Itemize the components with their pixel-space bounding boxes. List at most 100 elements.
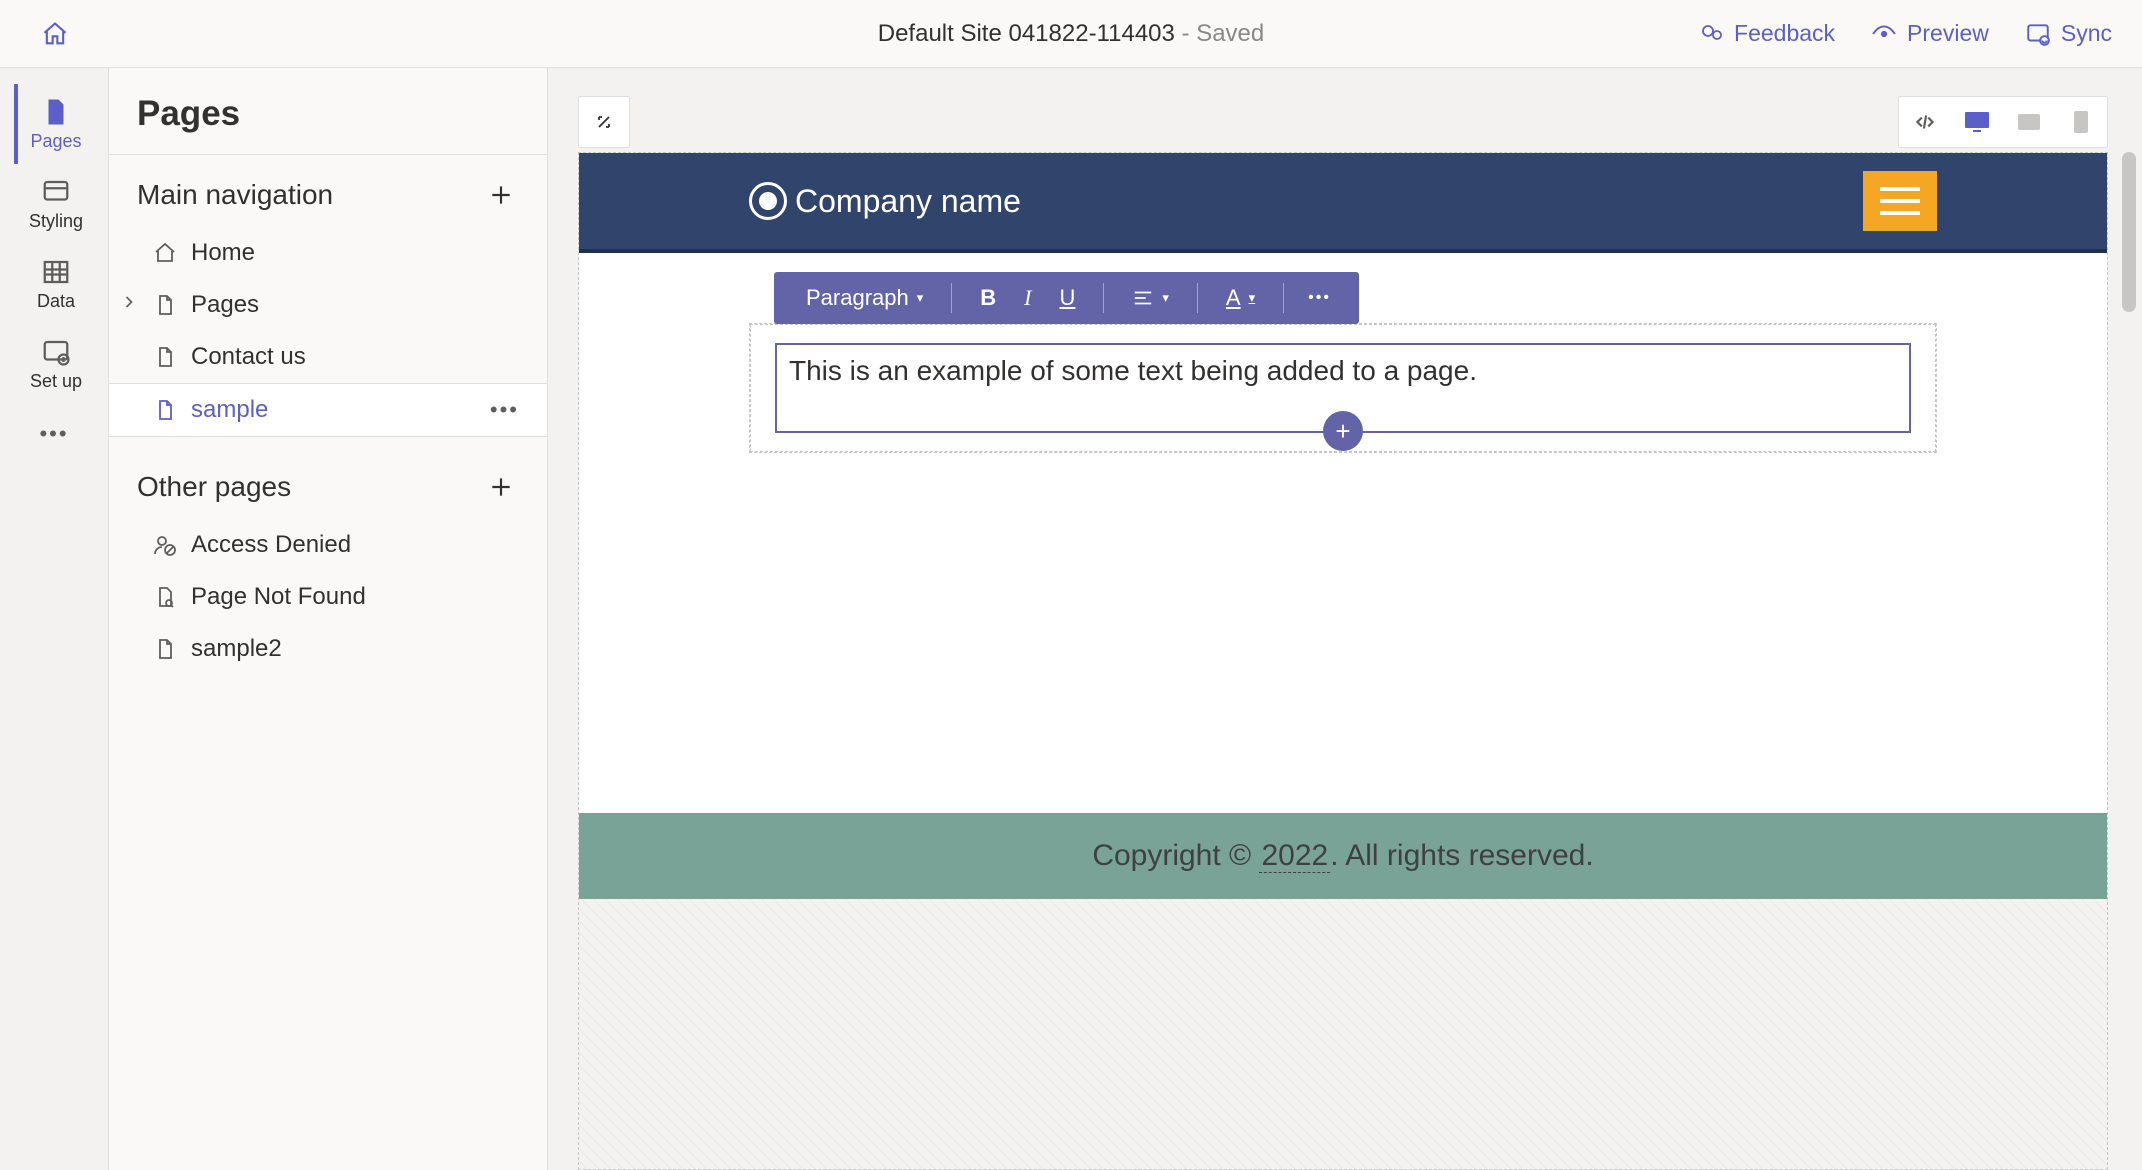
site-footer: Copyright © 2022. All rights reserved. (579, 813, 2107, 899)
sync-button[interactable]: Sync (2025, 20, 2112, 47)
preview-label: Preview (1907, 20, 1989, 47)
code-icon (1912, 109, 1938, 135)
mobile-icon (2073, 110, 2089, 134)
tablet-view-button[interactable] (2003, 97, 2055, 147)
topbar: Default Site 041822-114403 - Saved Feedb… (0, 0, 2142, 68)
site-body: Paragraph ▾ B I U ▾ (579, 253, 2107, 813)
page-icon (153, 637, 177, 661)
nav-item-contact[interactable]: Contact us (109, 331, 547, 383)
site-title: Default Site 041822-114403 - Saved (878, 20, 1265, 48)
separator (951, 283, 952, 313)
bold-button[interactable]: B (966, 272, 1010, 324)
rail-styling[interactable]: Styling (14, 164, 94, 244)
site-title-text: Default Site 041822-114403 (878, 20, 1175, 47)
page-icon (41, 97, 71, 127)
site-header: Company name (579, 153, 2107, 253)
feedback-button[interactable]: Feedback (1700, 20, 1835, 47)
editor-block[interactable]: Paragraph ▾ B I U ▾ (749, 323, 1937, 453)
rail-pages-label: Pages (30, 131, 81, 152)
nav-item-pages[interactable]: Pages (109, 279, 547, 331)
rail-setup-label: Set up (30, 371, 82, 392)
chevron-right-icon[interactable] (119, 291, 139, 319)
rail-styling-label: Styling (29, 211, 83, 232)
saved-status: - Saved (1175, 20, 1264, 47)
plus-icon (488, 474, 514, 500)
logo-icon (749, 182, 787, 220)
tablet-icon (2017, 113, 2041, 131)
editor-text: This is an example of some text being ad… (789, 355, 1477, 386)
footer-year[interactable]: 2022 (1259, 839, 1330, 873)
add-main-nav-button[interactable] (483, 177, 519, 213)
rich-text-editor[interactable]: This is an example of some text being ad… (775, 343, 1911, 433)
mobile-view-button[interactable] (2055, 97, 2107, 147)
italic-button[interactable]: I (1010, 272, 1045, 324)
burger-menu-button[interactable] (1863, 171, 1937, 231)
rail-data-label: Data (37, 291, 75, 312)
nav-item-label: Page Not Found (191, 583, 366, 611)
panel-header: Pages (109, 68, 547, 154)
chevron-down-icon: ▾ (1249, 290, 1256, 306)
data-icon (41, 257, 71, 287)
canvas-area: Company name Paragraph ▾ B I (548, 68, 2142, 1170)
plus-icon (488, 182, 514, 208)
page-search-icon (153, 585, 177, 609)
chevron-down-icon: ▾ (917, 290, 924, 306)
home-button[interactable] (30, 9, 80, 59)
canvas-tools-left (578, 96, 630, 148)
feedback-label: Feedback (1734, 20, 1835, 47)
nav-item-label: sample (191, 396, 268, 424)
nav-item-home[interactable]: Home (109, 227, 547, 279)
main-nav-section: Main navigation Home Pages (109, 154, 547, 447)
page-icon (153, 398, 177, 422)
nav-item-access-denied[interactable]: Access Denied (109, 519, 547, 571)
font-color-dropdown[interactable]: A ▾ (1212, 272, 1269, 324)
main-nav-header: Main navigation (109, 173, 547, 227)
topbar-actions: Feedback Preview Sync (1700, 20, 2112, 47)
nav-item-label: sample2 (191, 635, 282, 663)
page-icon (153, 345, 177, 369)
font-color-label: A (1226, 285, 1241, 311)
home-icon (153, 241, 177, 265)
rail-more[interactable]: ••• (14, 404, 94, 464)
nav-item-sample2[interactable]: sample2 (109, 623, 547, 675)
main-nav-title: Main navigation (137, 179, 333, 211)
desktop-view-button[interactable] (1951, 97, 2003, 147)
page-icon (153, 293, 177, 317)
nav-item-label: Contact us (191, 343, 306, 371)
eye-icon (1871, 21, 1897, 47)
sync-label: Sync (2061, 20, 2112, 47)
paragraph-dropdown[interactable]: Paragraph ▾ (792, 272, 937, 324)
rail-pages[interactable]: Pages (14, 84, 94, 164)
other-pages-title: Other pages (137, 471, 291, 503)
rail-setup[interactable]: Set up (14, 324, 94, 404)
separator (1283, 283, 1284, 313)
code-view-button[interactable] (1899, 97, 1951, 147)
nav-item-label: Home (191, 239, 255, 267)
paragraph-label: Paragraph (806, 285, 909, 311)
scrollbar-thumb[interactable] (2122, 152, 2136, 312)
body-area: Pages Styling Data Set up ••• Pages Mai (0, 68, 2142, 1170)
add-other-page-button[interactable] (483, 469, 519, 505)
align-dropdown[interactable]: ▾ (1118, 272, 1183, 324)
scrollbar[interactable] (2122, 152, 2136, 1170)
separator (1103, 283, 1104, 313)
company-logo[interactable]: Company name (749, 182, 1021, 220)
more-options-button[interactable]: ••• (1298, 289, 1341, 307)
preview-button[interactable]: Preview (1871, 20, 1989, 47)
rail-data[interactable]: Data (14, 244, 94, 324)
preview-frame: Company name Paragraph ▾ B I (578, 152, 2108, 1170)
company-name: Company name (795, 183, 1021, 220)
styling-icon (41, 177, 71, 207)
user-denied-icon (153, 533, 177, 557)
desktop-icon (1964, 111, 1990, 133)
nav-item-not-found[interactable]: Page Not Found (109, 571, 547, 623)
add-content-button[interactable]: + (1323, 411, 1363, 451)
nav-item-sample[interactable]: sample ••• (109, 383, 547, 437)
underline-button[interactable]: U (1046, 272, 1090, 324)
nav-item-more[interactable]: ••• (490, 397, 519, 423)
footer-prefix: Copyright © (1092, 839, 1259, 872)
resize-icon (592, 110, 616, 134)
resize-handle-button[interactable] (578, 96, 630, 148)
device-toolbar (1898, 96, 2108, 148)
feedback-icon (1700, 22, 1724, 46)
